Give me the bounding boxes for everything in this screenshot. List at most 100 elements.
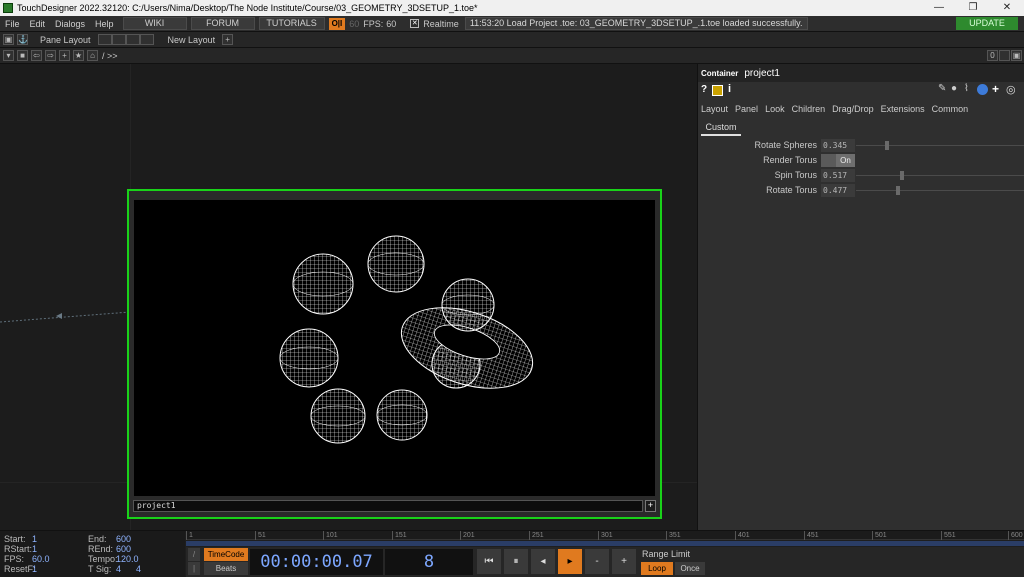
maximize-pane-icon[interactable]: [999, 50, 1010, 61]
wiki-button[interactable]: WIKI: [122, 17, 187, 30]
update-button[interactable]: UPDATE: [956, 17, 1018, 30]
play-button[interactable]: ▸: [558, 549, 582, 574]
slider-thumb[interactable]: [896, 186, 900, 195]
operator-name[interactable]: project1: [744, 68, 780, 79]
menu-help[interactable]: Help: [90, 16, 119, 32]
menu-file[interactable]: File: [0, 16, 25, 32]
forward-icon[interactable]: ⇨: [45, 50, 56, 61]
param-slider[interactable]: [856, 141, 1024, 150]
oi-badge[interactable]: O|I: [328, 17, 346, 30]
layout-split-h-icon[interactable]: [125, 34, 140, 45]
container-plus-button[interactable]: +: [645, 500, 656, 512]
tab-layout[interactable]: Layout: [701, 104, 728, 114]
forum-button[interactable]: FORUM: [190, 17, 255, 30]
loop-button[interactable]: Loop: [641, 562, 673, 575]
layout-grid-icon[interactable]: [139, 34, 154, 45]
stat-key: REnd:: [88, 544, 114, 554]
layout-single-icon[interactable]: [97, 34, 112, 45]
tab-common[interactable]: Common: [932, 104, 969, 114]
tag-icon[interactable]: ⌇: [964, 83, 969, 94]
param-label: Rotate Torus: [766, 185, 817, 195]
render-view[interactable]: [134, 200, 655, 496]
help-icon[interactable]: ?: [701, 84, 707, 95]
stop-icon[interactable]: ■: [17, 50, 28, 61]
step-minus-button[interactable]: -: [585, 549, 609, 574]
slider-thumb[interactable]: [885, 141, 889, 150]
stat-key: FPS:: [4, 554, 25, 564]
info-icon[interactable]: i: [728, 83, 731, 95]
param-slider[interactable]: [856, 186, 1024, 195]
stat-value[interactable]: 120.0: [116, 554, 172, 564]
tab-custom[interactable]: Custom: [701, 121, 741, 136]
timecode-display[interactable]: 00:00:00.07: [250, 549, 383, 575]
step-back-button[interactable]: ◂: [531, 549, 555, 574]
beats-button[interactable]: Beats: [204, 562, 248, 575]
toggle-state: On: [836, 154, 855, 167]
timeline-range-bar[interactable]: [186, 541, 1024, 546]
menu-edit[interactable]: Edit: [25, 16, 51, 32]
stats-row: ResetF: 1 T Sig: 4 4: [4, 564, 172, 574]
maximize-button[interactable]: ❐: [956, 0, 990, 16]
plus-icon[interactable]: +: [59, 50, 70, 61]
param-label: Rotate Spheres: [754, 140, 817, 150]
menu-triangle-icon[interactable]: ▾: [3, 50, 14, 61]
timecode-button[interactable]: TimeCode: [204, 548, 248, 561]
ruler-tick-label: 600: [1008, 531, 1023, 540]
network-editor[interactable]: project1 +: [0, 64, 697, 530]
close-button[interactable]: ✕: [990, 0, 1024, 16]
anchor-icon[interactable]: ⚓: [17, 34, 28, 45]
range-limit-label: Range Limit: [642, 549, 691, 559]
frame-display[interactable]: 8: [385, 549, 473, 575]
edit-icon[interactable]: ✎: [938, 83, 946, 94]
once-button[interactable]: Once: [675, 562, 705, 575]
add-icon[interactable]: +: [992, 82, 999, 96]
ruler-tick-label: 351: [666, 531, 681, 540]
param-value-field[interactable]: 0.477: [821, 184, 855, 197]
tab-children[interactable]: Children: [792, 104, 826, 114]
stat-value[interactable]: 1: [32, 534, 88, 544]
stat-value[interactable]: 1: [32, 564, 88, 574]
layout-split-v-icon[interactable]: [111, 34, 126, 45]
menu-dialogs[interactable]: Dialogs: [50, 16, 90, 32]
timecode-toggle-icon[interactable]: /: [188, 548, 200, 561]
stat-value[interactable]: 60.0: [32, 554, 88, 564]
timeline-ruler[interactable]: 1 51 101 151 201 251 301 351 401 451 501 551 600: [186, 531, 1024, 540]
tab-extensions[interactable]: Extensions: [881, 104, 925, 114]
container-name-field[interactable]: project1: [133, 500, 643, 512]
python-help-icon[interactable]: [712, 85, 723, 96]
pane-menu-icon[interactable]: ▣: [1011, 50, 1022, 61]
param-slider[interactable]: [856, 171, 1024, 180]
target-icon[interactable]: ◎: [1006, 83, 1016, 96]
star-icon[interactable]: ★: [73, 50, 84, 61]
tab-panel[interactable]: Panel: [735, 104, 758, 114]
stat-value[interactable]: 600: [116, 534, 172, 544]
image-icon[interactable]: ▣: [3, 34, 14, 45]
back-icon[interactable]: ⇦: [31, 50, 42, 61]
tab-drag-drop[interactable]: Drag/Drop: [832, 104, 874, 114]
comment-icon[interactable]: ●: [951, 83, 957, 94]
transport-controls: / | TimeCode Beats 00:00:00.07 8 ⏮ ⏸ ◂ ▸…: [186, 547, 1024, 577]
python-icon[interactable]: [977, 84, 988, 95]
param-value-field[interactable]: 0.345: [821, 139, 855, 152]
stat-key: Tempo:: [88, 554, 118, 564]
param-toggle[interactable]: On: [821, 154, 855, 167]
param-value-field[interactable]: 0.517: [821, 169, 855, 182]
realtime-checkbox[interactable]: ✕: [410, 19, 420, 28]
add-layout-icon[interactable]: +: [222, 34, 234, 45]
stat-value[interactable]: 600: [116, 544, 172, 554]
ruler-tick-label: 101: [323, 531, 338, 540]
tab-look[interactable]: Look: [765, 104, 785, 114]
slider-thumb[interactable]: [900, 171, 904, 180]
network-path[interactable]: / >>: [102, 51, 118, 61]
tutorials-button[interactable]: TUTORIALS: [258, 17, 325, 30]
pause-button[interactable]: ⏸: [504, 549, 528, 574]
step-plus-button[interactable]: +: [612, 549, 636, 574]
rewind-button[interactable]: ⏮: [477, 549, 501, 574]
home-icon[interactable]: ⌂: [87, 50, 98, 61]
parameter-tabs: Layout Panel Look Children Drag/Drop Ext…: [698, 101, 1024, 117]
stat-value[interactable]: 4 4: [116, 564, 172, 574]
stat-value[interactable]: 1: [32, 544, 88, 554]
beats-toggle-icon[interactable]: |: [188, 562, 200, 575]
container-viewer[interactable]: project1 +: [127, 189, 662, 519]
minimize-button[interactable]: —: [922, 0, 956, 16]
